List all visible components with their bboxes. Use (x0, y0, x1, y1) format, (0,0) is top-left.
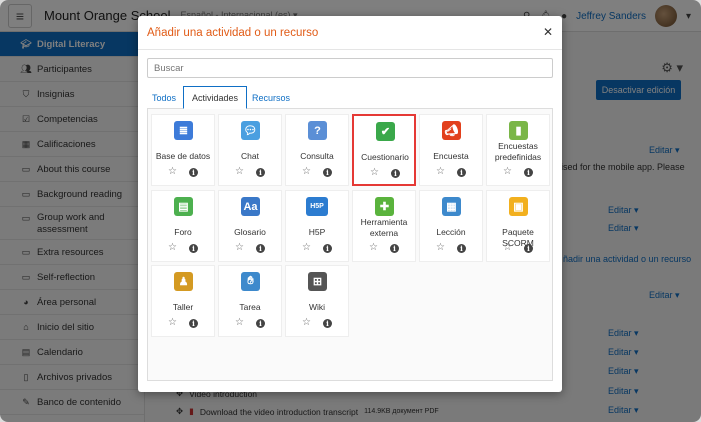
info-icon[interactable]: i (323, 319, 332, 328)
tab-todos[interactable]: Todos (147, 86, 181, 109)
info-icon[interactable]: i (256, 319, 265, 328)
wiki-icon: ⊞ (308, 272, 327, 291)
info-icon[interactable]: i (457, 244, 466, 253)
activity-label: H5P (308, 227, 326, 237)
info-icon[interactable]: i (189, 319, 198, 328)
activity-label: Glosario (234, 227, 266, 237)
star-icon[interactable]: ☆ (302, 242, 311, 253)
modal-title: Añadir una actividad o un recurso (147, 26, 319, 39)
activity-tile[interactable]: ▤ Foro ☆ i (151, 190, 215, 262)
activity-label: Herramienta externa (360, 217, 408, 238)
lesson-icon: ▦ (442, 197, 461, 216)
star-icon[interactable]: ☆ (168, 166, 177, 177)
activity-label: Consulta (300, 151, 334, 161)
tab-recursos[interactable]: Recursos (250, 86, 292, 109)
search-input[interactable] (147, 58, 553, 78)
star-icon[interactable]: ☆ (302, 166, 311, 177)
activity-label: Encuesta (433, 151, 469, 161)
activity-label: Lección (436, 227, 466, 237)
activity-label: Taller (172, 302, 194, 312)
star-icon[interactable]: ☆ (370, 167, 379, 178)
info-icon[interactable]: i (323, 168, 332, 177)
activity-chooser-modal: Añadir una actividad o un recurso ✕ Todo… (138, 16, 562, 392)
info-icon[interactable]: i (256, 244, 265, 253)
info-icon[interactable]: i (256, 168, 265, 177)
modal-header: Añadir una actividad o un recurso (138, 16, 562, 50)
activity-tile[interactable]: ▣ Paquete SCORM ☆ i (486, 190, 550, 262)
app-window: ≡ Mount Orange School Español - Internac… (0, 0, 701, 422)
glossary-icon: Aa (241, 197, 260, 216)
activity-tile[interactable]: ≣ Base de datos ☆ i (151, 114, 215, 186)
star-icon[interactable]: ☆ (436, 242, 445, 253)
star-icon[interactable]: ☆ (369, 242, 378, 253)
close-icon[interactable]: ✕ (543, 25, 553, 39)
activity-tile[interactable]: ▮ Encuestas predefinidas ☆ i (486, 114, 550, 186)
activity-tile[interactable]: ✚ Herramienta externa ☆ i (352, 190, 416, 262)
info-icon[interactable]: i (189, 168, 198, 177)
activity-label: Wiki (308, 302, 326, 312)
activity-tile[interactable]: ⊞ Wiki ☆ i (285, 265, 349, 337)
info-icon[interactable]: i (524, 168, 533, 177)
info-icon[interactable]: i (391, 169, 400, 178)
h5p-icon: H5P (306, 197, 328, 216)
tab-actividades[interactable]: Actividades (183, 86, 247, 109)
activity-tile[interactable]: ▦ Lección ☆ i (419, 190, 483, 262)
forum-icon: ▤ (174, 197, 193, 216)
activity-label: Base de datos (155, 151, 211, 161)
star-icon[interactable]: ☆ (436, 166, 445, 177)
star-icon[interactable]: ☆ (235, 317, 244, 328)
activity-label: Paquete SCORM (502, 227, 534, 248)
star-icon[interactable]: ☆ (503, 166, 512, 177)
assignment-icon: ✋︎ (241, 272, 260, 291)
info-icon[interactable]: i (189, 244, 198, 253)
activity-label: Chat (241, 151, 259, 161)
activity-label: Cuestionario (361, 152, 409, 162)
chooser-tabs: Todos Actividades Recursos (147, 86, 553, 109)
star-icon[interactable]: ☆ (503, 242, 512, 253)
star-icon[interactable]: ☆ (235, 166, 244, 177)
info-icon[interactable]: i (323, 244, 332, 253)
scorm-icon: ▣ (509, 197, 528, 216)
puzzle-icon: ✚ (375, 197, 394, 216)
activity-tile[interactable]: ✔ Cuestionario ☆ i (352, 114, 416, 186)
activity-label: Foro (174, 227, 192, 237)
star-icon[interactable]: ☆ (235, 242, 244, 253)
activity-label: Encuestas predefinidas (494, 141, 542, 162)
activity-tile[interactable]: 💬︎ Chat ☆ i (218, 114, 282, 186)
activity-tile[interactable]: H5P H5P ☆ i (285, 190, 349, 262)
quiz-icon: ✔ (376, 122, 395, 141)
star-icon[interactable]: ☆ (302, 317, 311, 328)
database-icon: ≣ (174, 121, 193, 140)
chat-icon: 💬︎ (241, 121, 260, 140)
activity-tile[interactable]: ? Consulta ☆ i (285, 114, 349, 186)
activities-grid: ≣ Base de datos ☆ i 💬︎ Chat ☆ i? Consulta ☆ i ✔ Cues… (147, 109, 553, 381)
info-icon[interactable]: i (524, 244, 533, 253)
activity-tile[interactable]: ✋︎ Tarea ☆ i (218, 265, 282, 337)
activity-tile[interactable]: Aa Glosario ☆ i (218, 190, 282, 262)
activity-tile[interactable]: 📣︎ Encuesta ☆ i (419, 114, 483, 186)
info-icon[interactable]: i (390, 244, 399, 253)
star-icon[interactable]: ☆ (168, 242, 177, 253)
info-icon[interactable]: i (457, 168, 466, 177)
workshop-icon: ♟ (174, 272, 193, 291)
bar-chart-icon: ▮ (509, 121, 528, 140)
activity-tile[interactable]: ♟ Taller ☆ i (151, 265, 215, 337)
activity-label: Tarea (239, 302, 261, 312)
question-icon: ? (308, 121, 327, 140)
megaphone-icon: 📣︎ (442, 121, 461, 140)
star-icon[interactable]: ☆ (168, 317, 177, 328)
